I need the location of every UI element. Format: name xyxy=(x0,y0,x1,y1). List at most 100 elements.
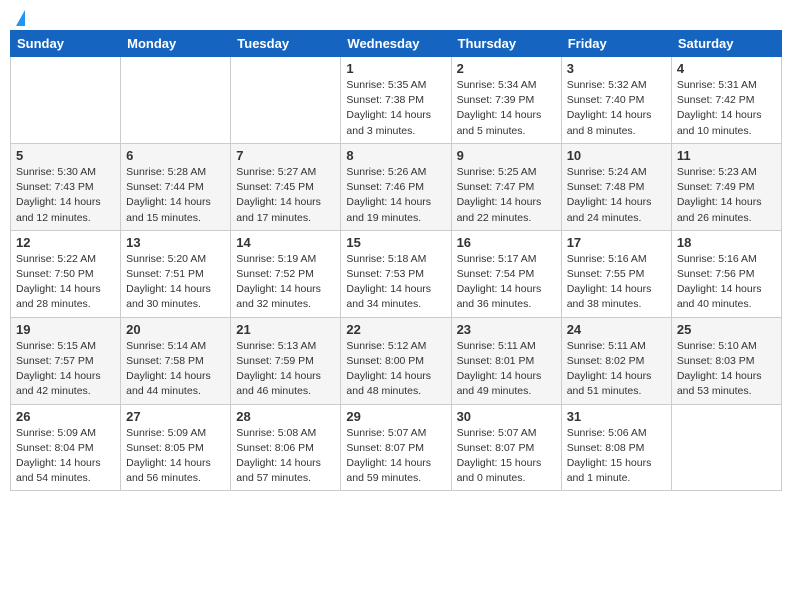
day-info: Sunrise: 5:18 AMSunset: 7:53 PMDaylight:… xyxy=(346,252,445,313)
day-info: Sunrise: 5:11 AMSunset: 8:01 PMDaylight:… xyxy=(457,339,556,400)
weekday-header-row: SundayMondayTuesdayWednesdayThursdayFrid… xyxy=(11,31,782,57)
day-cell-13: 13 Sunrise: 5:20 AMSunset: 7:51 PMDayligh… xyxy=(121,230,231,317)
day-info: Sunrise: 5:09 AMSunset: 8:04 PMDaylight:… xyxy=(16,426,115,487)
day-number: 19 xyxy=(16,322,115,337)
day-info: Sunrise: 5:31 AMSunset: 7:42 PMDaylight:… xyxy=(677,78,776,139)
day-number: 18 xyxy=(677,235,776,250)
day-cell-19: 19 Sunrise: 5:15 AMSunset: 7:57 PMDayligh… xyxy=(11,317,121,404)
day-cell-12: 12 Sunrise: 5:22 AMSunset: 7:50 PMDayligh… xyxy=(11,230,121,317)
week-row-5: 26 Sunrise: 5:09 AMSunset: 8:04 PMDayligh… xyxy=(11,404,782,491)
day-info: Sunrise: 5:22 AMSunset: 7:50 PMDaylight:… xyxy=(16,252,115,313)
day-number: 6 xyxy=(126,148,225,163)
day-info: Sunrise: 5:16 AMSunset: 7:56 PMDaylight:… xyxy=(677,252,776,313)
day-cell-30: 30Sunrise: 5:07 AMSunset: 8:07 PMDayligh… xyxy=(451,404,561,491)
day-cell-18: 18 Sunrise: 5:16 AMSunset: 7:56 PMDayligh… xyxy=(671,230,781,317)
day-cell-2: 2 Sunrise: 5:34 AMSunset: 7:39 PMDaylight… xyxy=(451,57,561,144)
day-info: Sunrise: 5:25 AMSunset: 7:47 PMDaylight:… xyxy=(457,165,556,226)
day-number: 2 xyxy=(457,61,556,76)
day-info: Sunrise: 5:24 AMSunset: 7:48 PMDaylight:… xyxy=(567,165,666,226)
day-cell-20: 20 Sunrise: 5:14 AMSunset: 7:58 PMDayligh… xyxy=(121,317,231,404)
empty-cell xyxy=(11,57,121,144)
week-row-4: 19 Sunrise: 5:15 AMSunset: 7:57 PMDayligh… xyxy=(11,317,782,404)
day-info: Sunrise: 5:13 AMSunset: 7:59 PMDaylight:… xyxy=(236,339,335,400)
day-number: 22 xyxy=(346,322,445,337)
weekday-header-saturday: Saturday xyxy=(671,31,781,57)
day-info: Sunrise: 5:34 AMSunset: 7:39 PMDaylight:… xyxy=(457,78,556,139)
page-header xyxy=(10,10,782,22)
day-cell-28: 28 Sunrise: 5:08 AMSunset: 8:06 PMDayligh… xyxy=(231,404,341,491)
day-number: 1 xyxy=(346,61,445,76)
day-cell-21: 21 Sunrise: 5:13 AMSunset: 7:59 PMDayligh… xyxy=(231,317,341,404)
week-row-1: 1 Sunrise: 5:35 AMSunset: 7:38 PMDaylight… xyxy=(11,57,782,144)
day-info: Sunrise: 5:23 AMSunset: 7:49 PMDaylight:… xyxy=(677,165,776,226)
day-number: 20 xyxy=(126,322,225,337)
day-number: 12 xyxy=(16,235,115,250)
logo xyxy=(14,10,25,22)
day-number: 14 xyxy=(236,235,335,250)
day-number: 4 xyxy=(677,61,776,76)
day-info: Sunrise: 5:32 AMSunset: 7:40 PMDaylight:… xyxy=(567,78,666,139)
day-cell-17: 17Sunrise: 5:16 AMSunset: 7:55 PMDayligh… xyxy=(561,230,671,317)
day-info: Sunrise: 5:07 AMSunset: 8:07 PMDaylight:… xyxy=(457,426,556,487)
day-number: 27 xyxy=(126,409,225,424)
day-number: 29 xyxy=(346,409,445,424)
day-cell-22: 22 Sunrise: 5:12 AMSunset: 8:00 PMDayligh… xyxy=(341,317,451,404)
day-info: Sunrise: 5:26 AMSunset: 7:46 PMDaylight:… xyxy=(346,165,445,226)
day-cell-16: 16 Sunrise: 5:17 AMSunset: 7:54 PMDayligh… xyxy=(451,230,561,317)
day-number: 15 xyxy=(346,235,445,250)
day-number: 16 xyxy=(457,235,556,250)
day-cell-31: 31 Sunrise: 5:06 AMSunset: 8:08 PMDayligh… xyxy=(561,404,671,491)
day-cell-26: 26 Sunrise: 5:09 AMSunset: 8:04 PMDayligh… xyxy=(11,404,121,491)
weekday-header-tuesday: Tuesday xyxy=(231,31,341,57)
day-info: Sunrise: 5:11 AMSunset: 8:02 PMDaylight:… xyxy=(567,339,666,400)
day-number: 13 xyxy=(126,235,225,250)
day-info: Sunrise: 5:17 AMSunset: 7:54 PMDaylight:… xyxy=(457,252,556,313)
weekday-header-sunday: Sunday xyxy=(11,31,121,57)
weekday-header-friday: Friday xyxy=(561,31,671,57)
day-cell-23: 23 Sunrise: 5:11 AMSunset: 8:01 PMDayligh… xyxy=(451,317,561,404)
day-cell-15: 15 Sunrise: 5:18 AMSunset: 7:53 PMDayligh… xyxy=(341,230,451,317)
calendar-table: SundayMondayTuesdayWednesdayThursdayFrid… xyxy=(10,30,782,491)
day-info: Sunrise: 5:19 AMSunset: 7:52 PMDaylight:… xyxy=(236,252,335,313)
empty-cell xyxy=(121,57,231,144)
day-cell-8: 8 Sunrise: 5:26 AMSunset: 7:46 PMDaylight… xyxy=(341,143,451,230)
day-number: 28 xyxy=(236,409,335,424)
day-cell-11: 11 Sunrise: 5:23 AMSunset: 7:49 PMDayligh… xyxy=(671,143,781,230)
week-row-3: 12 Sunrise: 5:22 AMSunset: 7:50 PMDayligh… xyxy=(11,230,782,317)
day-info: Sunrise: 5:06 AMSunset: 8:08 PMDaylight:… xyxy=(567,426,666,487)
day-cell-7: 7Sunrise: 5:27 AMSunset: 7:45 PMDaylight… xyxy=(231,143,341,230)
day-info: Sunrise: 5:20 AMSunset: 7:51 PMDaylight:… xyxy=(126,252,225,313)
week-row-2: 5Sunrise: 5:30 AMSunset: 7:43 PMDaylight… xyxy=(11,143,782,230)
day-number: 31 xyxy=(567,409,666,424)
day-info: Sunrise: 5:28 AMSunset: 7:44 PMDaylight:… xyxy=(126,165,225,226)
day-cell-1: 1 Sunrise: 5:35 AMSunset: 7:38 PMDaylight… xyxy=(341,57,451,144)
day-info: Sunrise: 5:10 AMSunset: 8:03 PMDaylight:… xyxy=(677,339,776,400)
day-cell-4: 4 Sunrise: 5:31 AMSunset: 7:42 PMDaylight… xyxy=(671,57,781,144)
day-number: 8 xyxy=(346,148,445,163)
weekday-header-thursday: Thursday xyxy=(451,31,561,57)
day-info: Sunrise: 5:07 AMSunset: 8:07 PMDaylight:… xyxy=(346,426,445,487)
day-number: 23 xyxy=(457,322,556,337)
day-number: 3 xyxy=(567,61,666,76)
day-info: Sunrise: 5:15 AMSunset: 7:57 PMDaylight:… xyxy=(16,339,115,400)
day-cell-5: 5Sunrise: 5:30 AMSunset: 7:43 PMDaylight… xyxy=(11,143,121,230)
day-number: 21 xyxy=(236,322,335,337)
day-info: Sunrise: 5:08 AMSunset: 8:06 PMDaylight:… xyxy=(236,426,335,487)
day-cell-9: 9 Sunrise: 5:25 AMSunset: 7:47 PMDaylight… xyxy=(451,143,561,230)
day-number: 9 xyxy=(457,148,556,163)
day-number: 26 xyxy=(16,409,115,424)
day-info: Sunrise: 5:27 AMSunset: 7:45 PMDaylight:… xyxy=(236,165,335,226)
day-cell-29: 29 Sunrise: 5:07 AMSunset: 8:07 PMDayligh… xyxy=(341,404,451,491)
day-info: Sunrise: 5:16 AMSunset: 7:55 PMDaylight:… xyxy=(567,252,666,313)
day-info: Sunrise: 5:09 AMSunset: 8:05 PMDaylight:… xyxy=(126,426,225,487)
day-cell-3: 3 Sunrise: 5:32 AMSunset: 7:40 PMDaylight… xyxy=(561,57,671,144)
day-info: Sunrise: 5:35 AMSunset: 7:38 PMDaylight:… xyxy=(346,78,445,139)
day-info: Sunrise: 5:12 AMSunset: 8:00 PMDaylight:… xyxy=(346,339,445,400)
day-number: 11 xyxy=(677,148,776,163)
day-info: Sunrise: 5:30 AMSunset: 7:43 PMDaylight:… xyxy=(16,165,115,226)
day-info: Sunrise: 5:14 AMSunset: 7:58 PMDaylight:… xyxy=(126,339,225,400)
day-cell-6: 6 Sunrise: 5:28 AMSunset: 7:44 PMDaylight… xyxy=(121,143,231,230)
day-number: 24 xyxy=(567,322,666,337)
day-cell-24: 24 Sunrise: 5:11 AMSunset: 8:02 PMDayligh… xyxy=(561,317,671,404)
weekday-header-monday: Monday xyxy=(121,31,231,57)
